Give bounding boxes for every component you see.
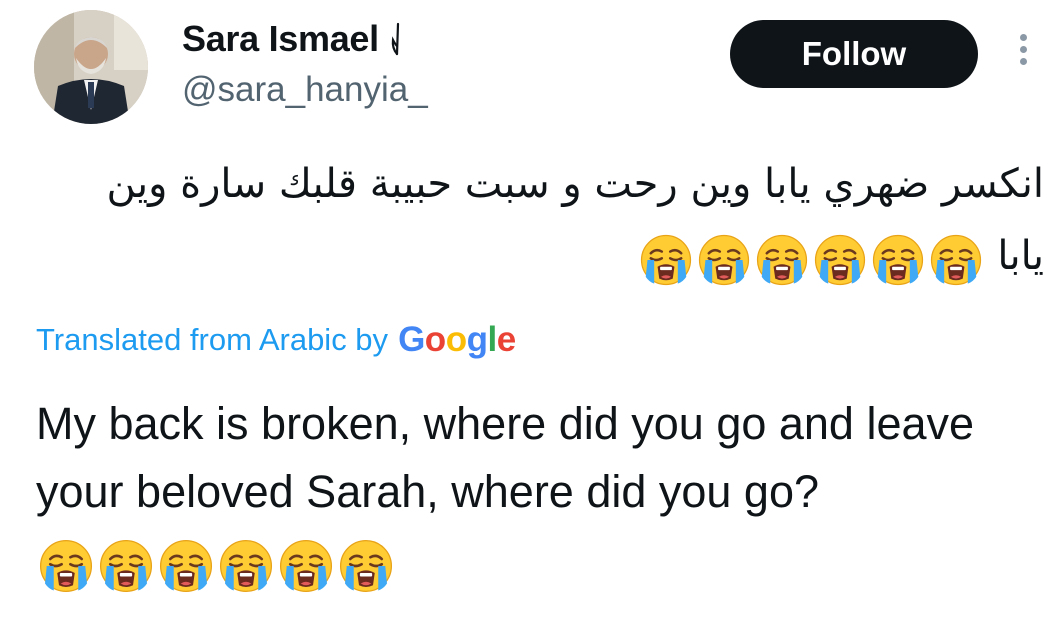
loudly-crying-face-icon (697, 233, 751, 287)
loudly-crying-face-icon (755, 233, 809, 287)
loudly-crying-face-icon (338, 538, 394, 594)
user-handle[interactable]: @sara_hanyia_ (182, 70, 428, 110)
tweet-card: Sara Ismael @sara_hanyia_ Follow انكسر ض… (0, 0, 1056, 618)
tweet-translation: My back is broken, where did you go and … (36, 390, 1036, 597)
loudly-crying-face-icon (38, 538, 94, 594)
loudly-crying-face-icon (98, 538, 154, 594)
display-name-text[interactable]: Sara Ismael (182, 18, 379, 60)
tweet-original-text: انكسر ضهري يابا وين رحت و سبت حبيبة قلبك… (54, 148, 1044, 294)
google-logo: Google (398, 320, 516, 359)
translation-attribution[interactable]: Translated from Arabic by Google (36, 320, 516, 360)
tweet-translation-text: My back is broken, where did you go and … (36, 398, 975, 517)
translated-label[interactable]: Translated from Arabic by (36, 322, 388, 358)
loudly-crying-face-icon (278, 538, 334, 594)
palestine-flag-icon (387, 22, 407, 56)
more-vertical-icon[interactable] (1010, 34, 1036, 74)
loudly-crying-face-icon (218, 538, 274, 594)
arabic-emoji-row (637, 222, 985, 294)
translation-emoji-row (36, 529, 396, 597)
loudly-crying-face-icon (929, 233, 983, 287)
loudly-crying-face-icon (639, 233, 693, 287)
loudly-crying-face-icon (813, 233, 867, 287)
loudly-crying-face-icon (158, 538, 214, 594)
follow-button[interactable]: Follow (730, 20, 978, 88)
loudly-crying-face-icon (871, 233, 925, 287)
avatar[interactable] (34, 10, 148, 124)
display-name[interactable]: Sara Ismael (182, 18, 407, 60)
